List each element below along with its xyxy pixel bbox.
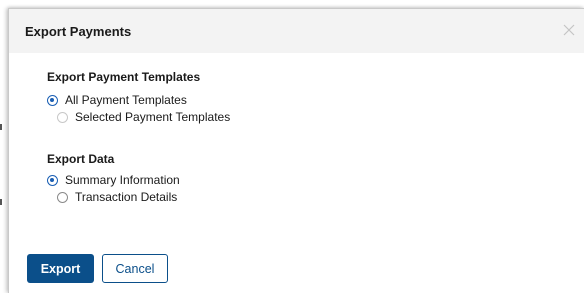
radio-label: Transaction Details [75,190,178,204]
export-button[interactable]: Export [27,254,94,283]
radio-transaction-details[interactable]: Transaction Details [57,190,177,204]
radio-button-selected[interactable] [47,94,58,106]
radio-all-payment-templates[interactable]: All Payment Templates [47,93,187,107]
backdrop-mark [0,124,2,130]
backdrop-mark [0,199,2,205]
data-section-heading: Export Data [47,152,115,166]
radio-label: Summary Information [65,173,180,187]
radio-button[interactable] [57,111,68,123]
dialog-title: Export Payments [25,24,132,39]
export-payments-dialog: Export Payments Export Payment Templates… [8,8,584,293]
radio-selected-payment-templates[interactable]: Selected Payment Templates [57,110,230,124]
radio-button-selected[interactable] [47,174,58,186]
cancel-button[interactable]: Cancel [102,254,168,283]
dialog-header: Export Payments [9,9,584,53]
radio-label: All Payment Templates [65,93,187,107]
radio-label: Selected Payment Templates [75,110,231,124]
radio-button[interactable] [57,191,68,203]
templates-section-heading: Export Payment Templates [47,70,201,84]
radio-summary-information[interactable]: Summary Information [47,173,180,187]
close-icon[interactable] [560,21,578,39]
